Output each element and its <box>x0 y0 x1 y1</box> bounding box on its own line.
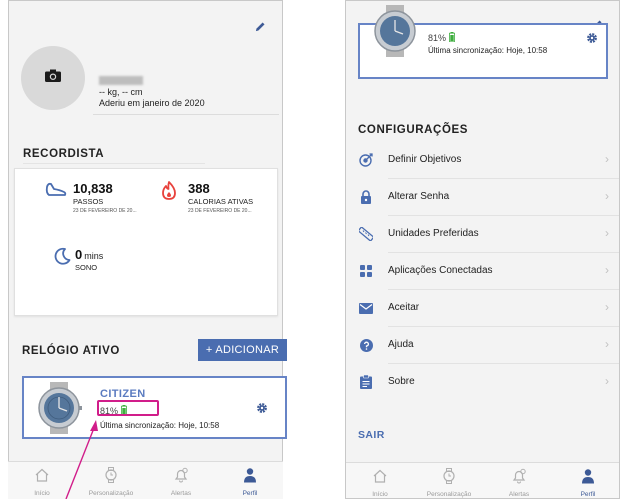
setting-definir-objetivos[interactable]: Definir Objetivos › <box>346 142 619 179</box>
steps-date: 23 DE FEVEREIRO DE 20... <box>73 208 137 214</box>
chevron-right-icon: › <box>605 300 609 314</box>
steps-value: 10,838 <box>73 181 113 196</box>
bell-icon <box>173 467 189 488</box>
records-card: 10,838 PASSOS 23 DE FEVEREIRO DE 20... 3… <box>14 168 278 316</box>
calories-date: 23 DE FEVEREIRO DE 20... <box>188 208 252 214</box>
setting-label: Aplicações Conectadas <box>388 265 493 276</box>
setting-label: Ajuda <box>388 339 414 350</box>
tab-label: Início <box>372 491 388 498</box>
apps-grid-icon <box>359 264 373 278</box>
divider <box>23 163 205 164</box>
setting-label: Definir Objetivos <box>388 154 462 165</box>
watch-settings-gear-icon[interactable] <box>586 31 598 49</box>
watch-name: CITIZEN <box>100 388 146 400</box>
person-icon <box>242 467 258 488</box>
chevron-right-icon: › <box>605 374 609 388</box>
blurred-user-name <box>99 76 143 85</box>
setting-label: Alterar Senha <box>388 191 450 202</box>
battery-icon <box>449 32 455 44</box>
settings-screen: 81% Última sincronização: Hoje, 10:58 CO… <box>345 0 620 499</box>
tab-personalizacao[interactable]: Personalização <box>80 467 142 499</box>
divider <box>93 114 279 115</box>
setting-label: Aceitar <box>388 302 420 313</box>
tab-personalizacao[interactable]: Personalização <box>418 468 480 498</box>
tab-label: Perfil <box>242 490 258 497</box>
watch-icon <box>441 468 457 489</box>
target-icon <box>359 153 373 167</box>
setting-label: Sobre <box>388 376 415 387</box>
setting-label: Unidades Preferidas <box>388 228 479 239</box>
clipboard-icon <box>359 375 373 389</box>
camera-icon <box>45 69 61 87</box>
tab-perfil[interactable]: Perfil <box>557 468 619 498</box>
logout-link[interactable]: SAIR <box>358 429 385 441</box>
avatar[interactable] <box>21 46 85 110</box>
setting-unidades-preferidas[interactable]: Unidades Preferidas › <box>346 216 619 253</box>
bottom-tab-bar: Início Personalização Alertas Perfil <box>346 462 619 498</box>
tab-inicio[interactable]: Início <box>11 467 73 499</box>
mail-icon <box>359 301 373 315</box>
last-sync: Última sincronização: Hoje, 10:58 <box>100 421 220 430</box>
chevron-right-icon: › <box>605 263 609 277</box>
steps-label: PASSOS <box>73 197 104 206</box>
bell-icon <box>511 468 527 489</box>
bottom-tab-bar: Início Personalização Alertas Perfil <box>8 461 283 499</box>
tab-label: Alertas <box>170 490 192 497</box>
tab-alertas[interactable]: Alertas <box>488 468 550 498</box>
flame-icon <box>160 181 178 206</box>
calories-label: CALORIAS ATIVAS <box>188 197 254 206</box>
lock-icon <box>359 190 373 204</box>
setting-ajuda[interactable]: Ajuda › <box>346 327 619 364</box>
ruler-icon <box>359 227 373 241</box>
active-watch-card[interactable]: 81% Última sincronização: Hoje, 10:58 <box>358 5 608 79</box>
calories-value: 388 <box>188 181 210 196</box>
person-icon <box>580 468 596 489</box>
setting-aceitar[interactable]: Aceitar › <box>346 290 619 327</box>
moon-icon <box>53 247 71 270</box>
profile-header: -- kg, -- cm Aderiu em janeiro de 2020 <box>9 36 282 131</box>
battery-highlight-box <box>97 400 159 416</box>
home-icon <box>372 468 388 489</box>
add-watch-button[interactable]: + ADICIONAR <box>198 339 287 361</box>
setting-alterar-senha[interactable]: Alterar Senha › <box>346 179 619 216</box>
settings-section-title: CONFIGURAÇÕES <box>358 124 469 136</box>
edit-pencil-icon[interactable] <box>255 19 266 37</box>
help-icon <box>359 338 373 352</box>
profile-details: -- kg, -- cm Aderiu em janeiro de 2020 <box>99 87 205 109</box>
watch-image-icon <box>34 382 84 439</box>
tab-label: Início <box>34 490 50 497</box>
home-icon <box>34 467 50 488</box>
tab-label: Personalização <box>426 491 472 498</box>
sleep-value: 0 mins <box>75 247 104 262</box>
shoe-icon <box>45 181 67 202</box>
battery-level: 81% <box>428 32 455 44</box>
chevron-right-icon: › <box>605 189 609 203</box>
tab-inicio[interactable]: Início <box>349 468 411 498</box>
chevron-right-icon: › <box>605 337 609 351</box>
setting-aplicacoes-conectadas[interactable]: Aplicações Conectadas › <box>346 253 619 290</box>
chevron-right-icon: › <box>605 152 609 166</box>
tab-alertas[interactable]: Alertas <box>150 467 212 499</box>
watch-image-icon <box>370 5 420 62</box>
tab-label: Perfil <box>580 491 596 498</box>
tab-label: Alertas <box>508 491 530 498</box>
chevron-right-icon: › <box>605 226 609 240</box>
tab-label: Personalização <box>88 490 134 497</box>
sleep-label: SONO <box>75 263 98 272</box>
body-stats: -- kg, -- cm <box>99 87 143 97</box>
last-sync: Última sincronização: Hoje, 10:58 <box>428 46 548 55</box>
active-watch-title: RELÓGIO ATIVO <box>22 345 120 357</box>
tab-perfil[interactable]: Perfil <box>219 467 281 499</box>
records-section-title: RECORDISTA <box>23 148 105 160</box>
watch-icon <box>103 467 119 488</box>
setting-sobre[interactable]: Sobre › <box>346 364 619 401</box>
join-date: Aderiu em janeiro de 2020 <box>99 98 205 108</box>
watch-settings-gear-icon[interactable] <box>256 401 268 419</box>
